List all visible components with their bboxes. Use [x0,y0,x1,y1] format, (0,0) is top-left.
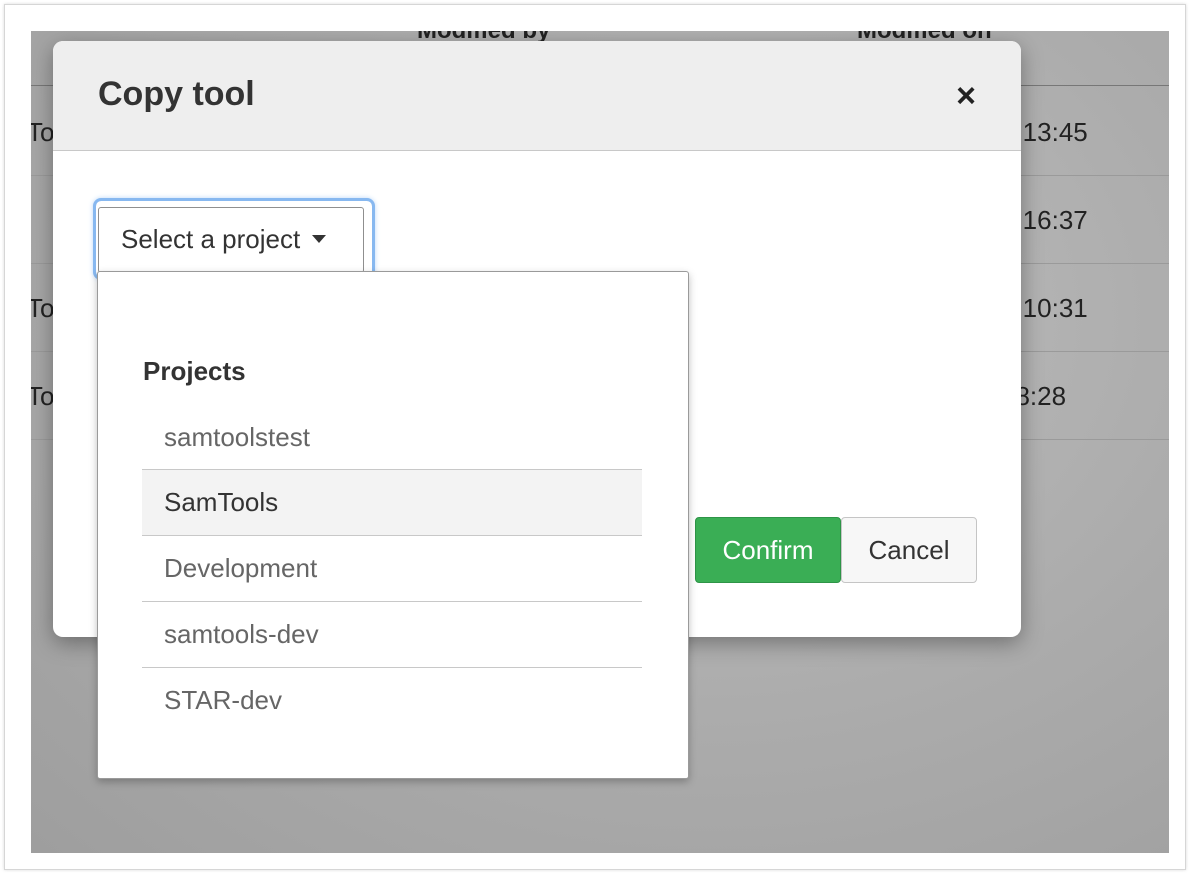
project-item-samtools[interactable]: SamTools [142,470,642,536]
table-cell-name: To [31,293,55,323]
project-item-star-dev[interactable]: STAR-dev [142,668,642,734]
select-project-dropdown[interactable]: Select a project [98,207,364,273]
caret-down-icon [312,235,327,244]
modal-title: Copy tool [98,75,255,113]
select-project-label: Select a project [121,224,301,254]
close-icon[interactable]: × [949,79,983,113]
project-item-samtoolstest[interactable]: samtoolstest [142,405,642,470]
confirm-button[interactable]: Confirm [695,517,841,583]
project-item-samtools-dev[interactable]: samtools-dev [142,602,642,668]
project-item-development[interactable]: Development [142,536,642,602]
dimmed-page: Modified by Modified on To 5 13:45 5 16:… [31,31,1169,853]
screenshot-frame: Modified by Modified on To 5 13:45 5 16:… [4,4,1186,870]
table-cell-name: To [31,381,55,411]
table-cell-name: To [31,117,55,147]
dropdown-heading: Projects [143,356,246,386]
project-list: samtoolstest SamTools Development samtoo… [142,405,642,734]
modal-header: Copy tool × [53,41,1021,151]
cancel-button[interactable]: Cancel [841,517,977,583]
project-dropdown-menu: Projects samtoolstest SamTools Developme… [97,271,689,779]
